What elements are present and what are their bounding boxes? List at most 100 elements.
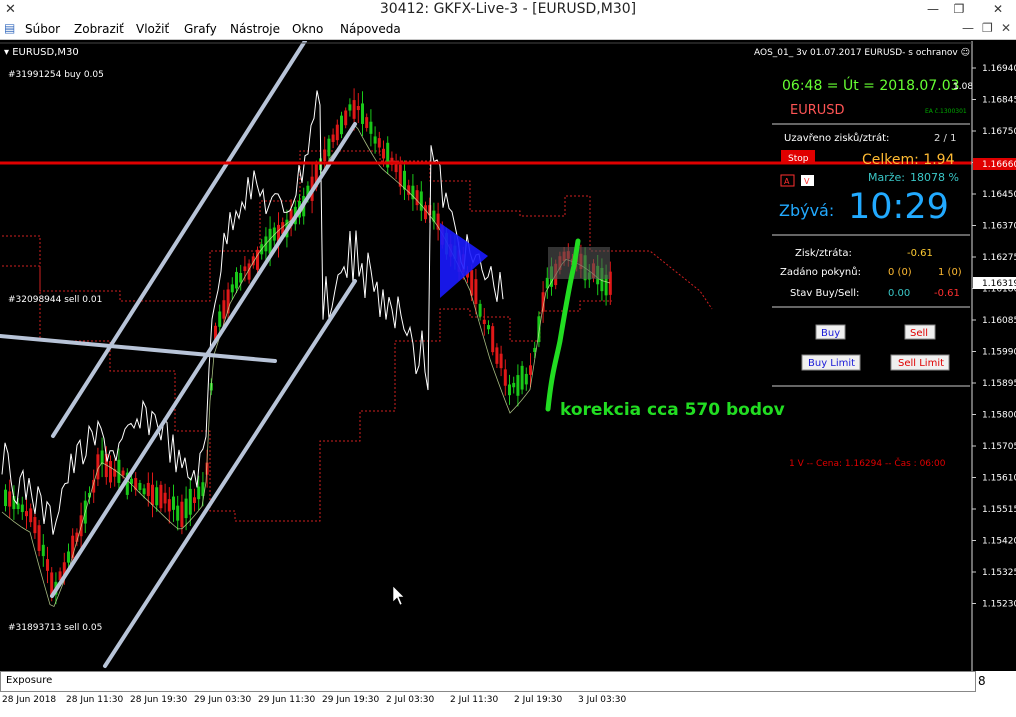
orders-label: Zadáno pokynů: xyxy=(780,266,861,278)
price-label: 1.16085 xyxy=(982,316,1016,326)
channel-line[interactable] xyxy=(103,279,357,668)
closed-value: 2 / 1 xyxy=(934,133,956,144)
candle-body xyxy=(184,498,188,519)
channel-line[interactable] xyxy=(0,334,277,363)
state-buy: 0.00 xyxy=(888,288,910,299)
price-axis: 1.169401.168451.167501.165551.164501.163… xyxy=(972,64,1016,610)
time-label: 2 Jul 19:30 xyxy=(514,695,563,705)
candle-body xyxy=(512,382,516,388)
buy-button-label[interactable]: Buy xyxy=(821,328,840,339)
menu-tools[interactable]: Nástroje xyxy=(230,22,280,36)
sell-limit-label[interactable]: Sell Limit xyxy=(898,358,944,369)
candle-body xyxy=(340,115,343,135)
channel-line[interactable] xyxy=(50,122,357,598)
close-button[interactable]: ✕ xyxy=(980,0,1016,19)
window-title: 30412: GKFX-Live-3 - [EURUSD,M30] xyxy=(379,1,637,17)
candle-body xyxy=(109,460,112,483)
annotation-text[interactable]: korekcia cca 570 bodov xyxy=(560,400,785,420)
candle-body xyxy=(344,110,348,126)
candle-body xyxy=(327,138,331,157)
child-restore-icon[interactable]: ❐ xyxy=(982,21,993,35)
price-label: 1.16940 xyxy=(982,64,1016,74)
candle-body xyxy=(159,484,163,509)
state-label: Stav Buy/Sell: xyxy=(790,288,859,299)
candle-body xyxy=(151,484,154,506)
candle-body xyxy=(67,551,70,563)
candle-body xyxy=(478,303,482,317)
price-label: 1.16845 xyxy=(982,96,1016,106)
menu-file[interactable]: Súbor xyxy=(25,22,60,36)
buy-limit-label[interactable]: Buy Limit xyxy=(808,358,855,369)
candle-body xyxy=(29,508,33,523)
time-axis: 28 Jun 2018 28 Jun 11:30 28 Jun 19:30 29… xyxy=(0,692,1016,717)
candle-body xyxy=(193,497,196,503)
candle-body xyxy=(239,272,243,283)
shaded-rectangle[interactable] xyxy=(548,247,610,279)
stop-button-label[interactable]: Stop xyxy=(788,154,809,164)
menu-help[interactable]: Nápoveda xyxy=(340,22,401,36)
time-label: 28 Jun 19:30 xyxy=(130,695,188,705)
candle-body xyxy=(268,228,272,254)
candle-body xyxy=(382,148,385,159)
restore-button[interactable]: ❐ xyxy=(944,0,974,19)
price-label: 1.15610 xyxy=(982,474,1016,484)
chart-window-icon[interactable]: ▤ xyxy=(4,21,15,35)
order-label-3[interactable]: #31893713 sell 0.05 xyxy=(8,623,102,633)
chart-window[interactable]: ▾ EURUSD,M30 #31991254 buy 0.05 #3209894… xyxy=(0,41,1016,671)
margin-label: Marže: xyxy=(868,171,905,184)
candle-body xyxy=(235,271,238,289)
panel-time-suffix: 1.08 xyxy=(953,82,973,92)
order-label-2[interactable]: #32098944 sell 0.01 xyxy=(8,295,102,305)
price-label: 1.15705 xyxy=(982,442,1016,452)
candle-body xyxy=(4,489,7,507)
candle-body xyxy=(373,136,377,144)
candle-body xyxy=(487,325,490,330)
candle-body xyxy=(117,459,121,483)
candle-body xyxy=(8,491,12,507)
candle-body xyxy=(508,384,511,396)
title-bar: ✕ 30412: GKFX-Live-3 - [EURUSD,M30] — ❐ … xyxy=(0,0,1016,19)
blue-triangle-object[interactable] xyxy=(440,223,488,298)
menu-window[interactable]: Okno xyxy=(292,22,323,36)
exposure-label: Exposure xyxy=(6,675,53,686)
candle-body xyxy=(524,373,528,385)
time-label: 29 Jun 19:30 xyxy=(322,695,380,705)
price-label: 1.15990 xyxy=(982,348,1016,358)
remaining-label: Zbývá: xyxy=(779,201,834,220)
ea-info-panel: 06:48 = Út = 2018.07.03 1.08 EURUSD EA č… xyxy=(772,76,973,469)
exposure-bar[interactable]: Exposure xyxy=(0,671,976,692)
sell-button-label[interactable]: Sell xyxy=(910,328,928,339)
panel-symbol: EURUSD xyxy=(790,103,845,118)
candle-body xyxy=(424,205,427,220)
child-minimize-icon[interactable]: — xyxy=(962,21,974,35)
time-label: 2 Jul 03:30 xyxy=(386,695,435,705)
candle-body xyxy=(348,104,352,111)
candle-body xyxy=(491,326,495,353)
price-chart[interactable]: ▾ EURUSD,M30 #31991254 buy 0.05 #3209894… xyxy=(0,41,1016,671)
a-box-label[interactable]: A xyxy=(784,177,790,186)
candle-body xyxy=(335,124,339,141)
time-label: 28 Jun 11:30 xyxy=(66,695,124,705)
channel-lines xyxy=(0,41,357,668)
candle-body xyxy=(142,488,146,495)
child-close-icon[interactable]: ✕ xyxy=(1001,21,1011,35)
candle-body xyxy=(495,347,499,364)
menu-insert[interactable]: Vložiť xyxy=(136,22,169,36)
v-box-label[interactable]: V xyxy=(804,177,810,186)
candle-body xyxy=(180,501,184,528)
time-label: 2 Jul 11:30 xyxy=(450,695,499,705)
menu-charts[interactable]: Grafy xyxy=(184,22,217,36)
order-label-1[interactable]: #31991254 buy 0.05 xyxy=(8,70,104,80)
state-sell: -0.61 xyxy=(934,288,960,299)
candle-body xyxy=(25,511,28,517)
stop-price-label: 1.16660 xyxy=(982,160,1016,170)
candle-body xyxy=(356,105,360,111)
candle-body xyxy=(520,365,524,390)
candle-body xyxy=(361,103,364,124)
remaining-value: 10:29 xyxy=(848,187,949,227)
candle-body xyxy=(529,365,532,375)
price-label: 1.16370 xyxy=(982,222,1016,232)
menu-view[interactable]: Zobraziť xyxy=(74,22,124,36)
panel-time-line: 06:48 = Út = 2018.07.03 xyxy=(782,76,960,94)
time-label: 29 Jun 11:30 xyxy=(258,695,316,705)
